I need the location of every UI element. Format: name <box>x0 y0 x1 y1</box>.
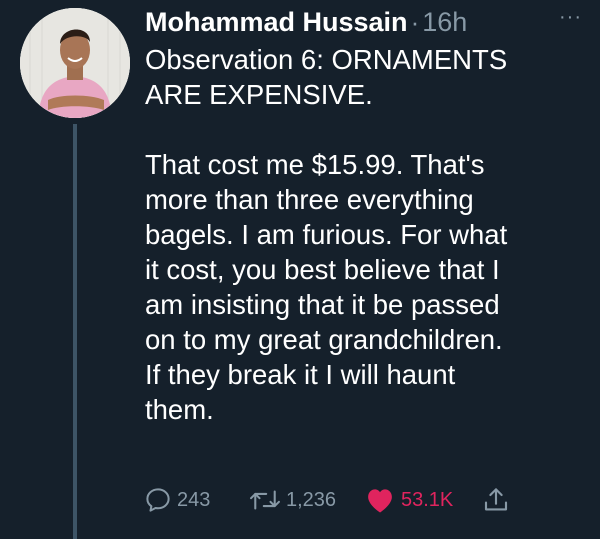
tweet-line: more than three everything <box>145 184 474 215</box>
tweet-header: Mohammad Hussain · 16h ··· <box>145 4 590 40</box>
tweet-line: on to my great grandchildren. <box>145 324 503 355</box>
tweet-line: Observation 6: ORNAMENTS <box>145 44 508 75</box>
tweet-actions: 243 1,236 53.1K <box>143 482 583 518</box>
retweet-icon <box>250 490 280 510</box>
share-icon <box>484 488 508 511</box>
thread-line <box>73 124 77 539</box>
retweet-count: 1,236 <box>286 488 337 511</box>
tweet-line: If they break it I will haunt <box>145 359 456 390</box>
share-button[interactable] <box>481 482 511 518</box>
tweet-text: Observation 6: ORNAMENTS ARE EXPENSIVE. … <box>145 42 585 427</box>
tweet-line: it cost, you best believe that I <box>145 254 500 285</box>
tweet-line: bagels. I am furious. For what <box>145 219 508 250</box>
more-options-icon[interactable]: ··· <box>559 6 582 29</box>
author-name[interactable]: Mohammad Hussain <box>145 7 408 38</box>
reply-count: 243 <box>177 488 211 511</box>
avatar[interactable] <box>20 8 130 118</box>
timestamp[interactable]: 16h <box>422 7 467 38</box>
retweet-button[interactable]: 1,236 <box>248 482 336 518</box>
like-count: 53.1K <box>401 488 454 511</box>
like-button[interactable]: 53.1K <box>365 482 453 518</box>
reply-icon <box>146 488 170 512</box>
heart-icon <box>368 489 392 513</box>
tweet: Mohammad Hussain · 16h ··· Observation 6… <box>0 0 600 539</box>
tweet-line: them. <box>145 394 214 425</box>
profile-photo <box>20 8 130 118</box>
tweet-line: That cost me $15.99. That's <box>145 149 485 180</box>
tweet-line: am insisting that it be passed <box>145 289 500 320</box>
separator-dot: · <box>410 6 420 37</box>
tweet-line: ARE EXPENSIVE. <box>145 79 373 110</box>
reply-button[interactable]: 243 <box>143 482 210 518</box>
